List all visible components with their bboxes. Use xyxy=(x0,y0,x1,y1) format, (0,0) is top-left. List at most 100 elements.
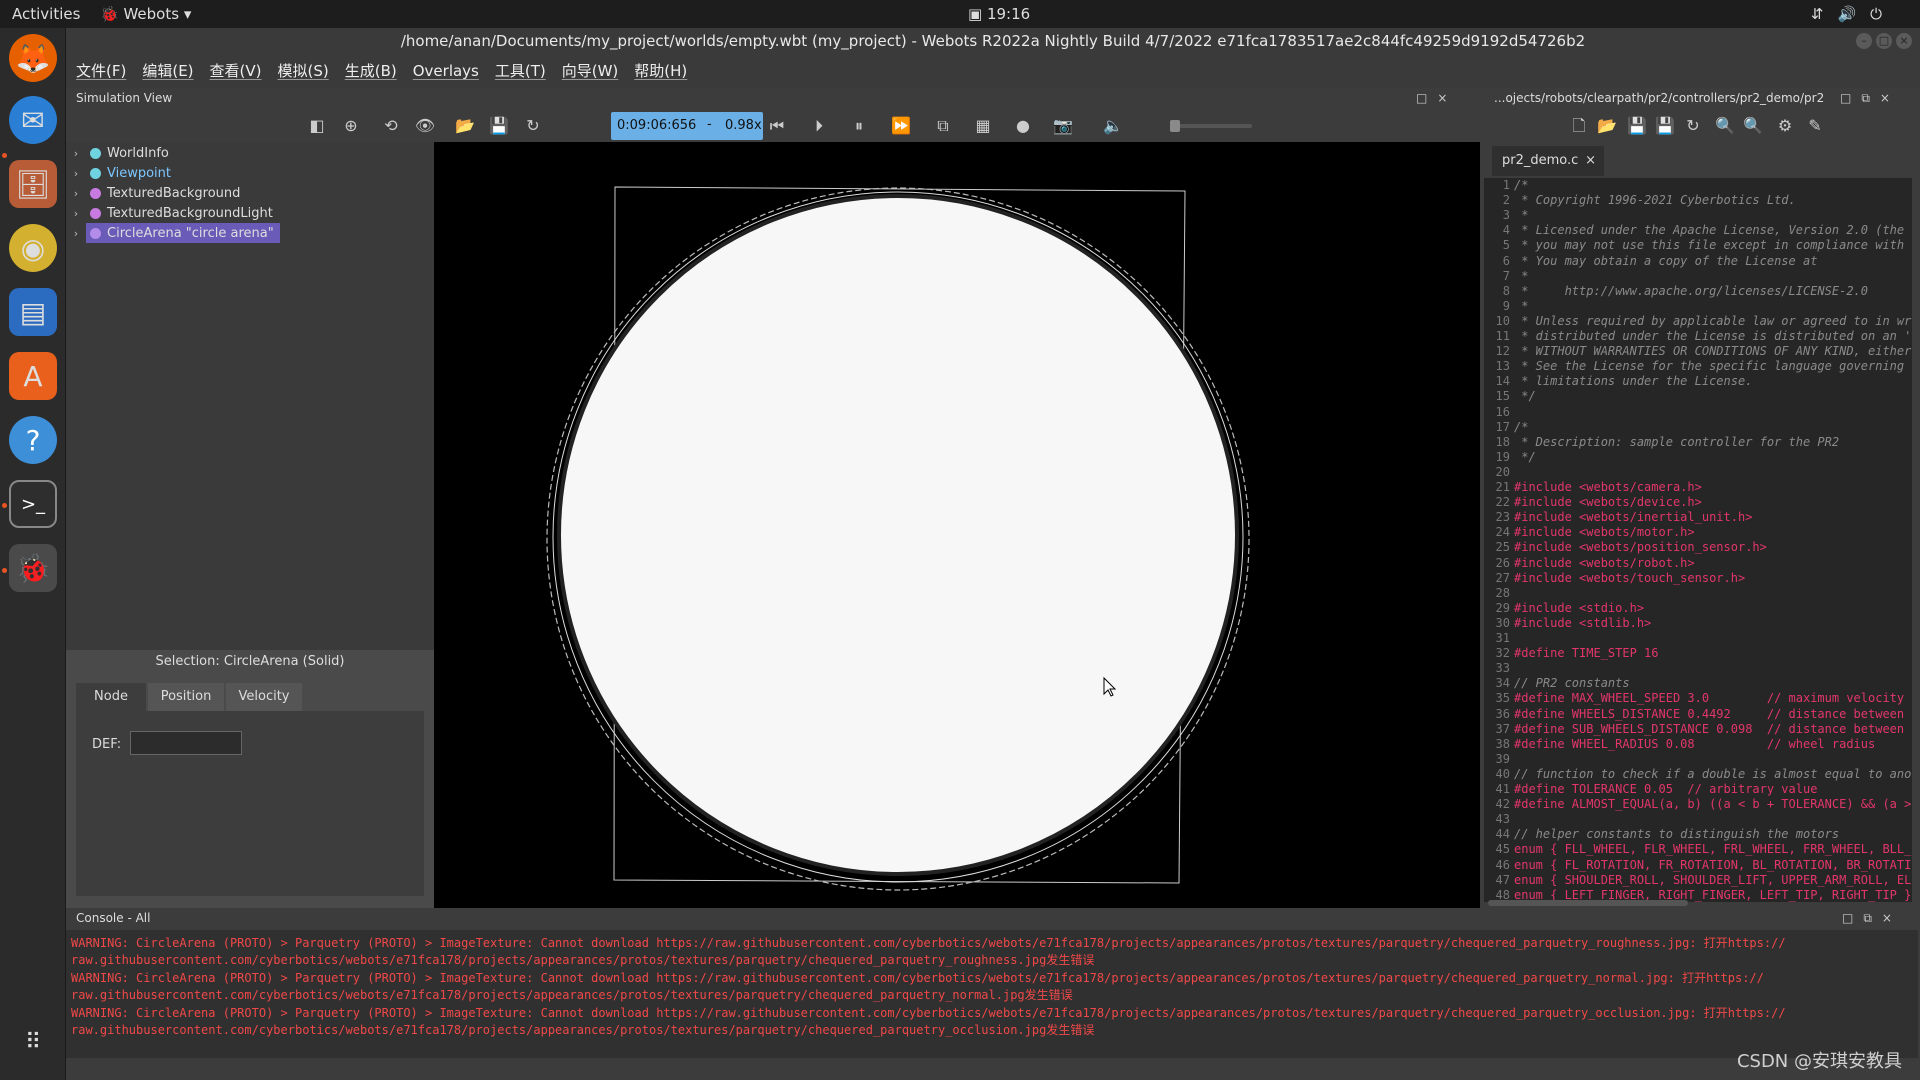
line-number: 45 xyxy=(1495,842,1510,857)
find-icon[interactable]: 🔍 xyxy=(1714,116,1736,136)
expand-chevron-icon[interactable]: › xyxy=(66,187,86,200)
screenshot-icon[interactable]: 📷 xyxy=(1052,116,1074,136)
line-number: 42 xyxy=(1495,797,1510,812)
reset-viewpoint-icon[interactable]: ⟲ xyxy=(380,116,402,136)
menu-view[interactable]: 查看(V) xyxy=(210,54,262,88)
activities-button[interactable]: Activities xyxy=(12,5,80,23)
selected-highlight: CircleArena "circle arena" xyxy=(86,223,280,243)
def-input[interactable] xyxy=(130,731,242,755)
revert-icon[interactable]: ↻ xyxy=(1682,116,1704,136)
writer-icon[interactable]: ▤ xyxy=(9,288,57,336)
tree-item-circlearena[interactable]: › CircleArena "circle arena" xyxy=(66,223,280,243)
code-text: #include <webots/camera.h> xyxy=(1514,480,1702,494)
tree-item-viewpoint[interactable]: › Viewpoint xyxy=(66,163,171,183)
thunderbird-icon[interactable]: ✉ xyxy=(9,96,57,144)
toggle-scene-tree-icon[interactable]: ◧ xyxy=(306,116,328,136)
system-tray[interactable]: ⇵🔊⏻ xyxy=(1811,5,1896,23)
editor-tab-pr2-demo[interactable]: pr2_demo.c × xyxy=(1492,146,1604,176)
console-line: WARNING: CircleArena (PROTO) > Parquetry… xyxy=(71,1006,1786,1020)
code-line: 45 enum { FLL_WHEEL, FLR_WHEEL, FRL_WHEEL… xyxy=(1484,842,1912,857)
line-number: 25 xyxy=(1495,540,1510,555)
tab-position[interactable]: Position xyxy=(148,683,224,711)
close-panel-icon[interactable]: × xyxy=(1880,91,1900,105)
view-icon[interactable]: 👁 xyxy=(414,116,436,136)
terminal-icon[interactable]: >_ xyxy=(9,480,57,528)
software-center-icon[interactable]: A xyxy=(9,352,57,400)
reload-world-icon[interactable]: ↻ xyxy=(522,116,544,136)
line-number: 30 xyxy=(1495,615,1510,630)
close-panel-icon[interactable]: × xyxy=(1882,911,1902,925)
slider-knob[interactable] xyxy=(1170,120,1180,132)
close-tab-icon[interactable]: × xyxy=(1585,146,1596,176)
float-icon[interactable]: □ xyxy=(1842,911,1863,925)
step-icon[interactable]: ⏵ xyxy=(808,116,830,136)
tab-node[interactable]: Node xyxy=(76,683,146,711)
watermark: CSDN @安琪安教具 xyxy=(1736,1051,1902,1072)
float-icon[interactable]: □ xyxy=(1840,91,1861,105)
menu-file[interactable]: 文件(F) xyxy=(76,54,126,88)
console-output[interactable]: WARNING: CircleArena (PROTO) > Parquetry… xyxy=(66,930,1918,1058)
open-world-icon[interactable]: 📂 xyxy=(454,116,476,136)
save-as-icon[interactable]: 💾 xyxy=(1654,116,1676,136)
clean-icon[interactable]: ✎ xyxy=(1804,116,1826,136)
tree-item-worldinfo[interactable]: › WorldInfo xyxy=(66,143,169,163)
record-icon[interactable]: ● xyxy=(1012,116,1034,136)
mute-icon[interactable]: 🔈 xyxy=(1102,116,1124,136)
editor-horizontal-scrollbar[interactable] xyxy=(1488,900,1688,906)
menu-edit[interactable]: 编辑(E) xyxy=(142,54,193,88)
code-line: 38 #define WHEEL_RADIUS 0.08 // wheel rad… xyxy=(1484,737,1876,752)
reset-simulation-icon[interactable]: ⏮ xyxy=(766,116,788,136)
line-number: 19 xyxy=(1495,449,1510,464)
maximize-panel-icon[interactable]: ⧉ xyxy=(1861,91,1880,105)
menu-simulation[interactable]: 模拟(S) xyxy=(278,54,329,88)
node-tab-body: DEF: xyxy=(76,711,424,896)
3d-view[interactable] xyxy=(434,142,1480,908)
open-file-icon[interactable]: 📂 xyxy=(1596,116,1618,136)
expand-chevron-icon[interactable]: › xyxy=(66,167,86,180)
minimize-button[interactable]: – xyxy=(1856,33,1872,49)
firefox-icon[interactable]: 🦊 xyxy=(9,34,57,82)
menu-overlays[interactable]: Overlays xyxy=(413,54,479,88)
show-apps-icon[interactable]: ⠿ xyxy=(9,1018,57,1066)
app-menu-button[interactable]: 🐞 Webots ▾ xyxy=(100,5,191,23)
code-text: */ xyxy=(1514,449,1536,464)
volume-slider[interactable] xyxy=(1170,120,1252,132)
menu-help[interactable]: 帮助(H) xyxy=(634,54,687,88)
code-editor[interactable]: 1/* 2 * Copyright 1996-2021 Cyberbotics L… xyxy=(1484,178,1912,902)
save-file-icon[interactable]: 💾 xyxy=(1626,116,1648,136)
scene-tree: › WorldInfo › Viewpoint › TexturedBackgroun… xyxy=(66,142,434,650)
float-icon[interactable]: □ xyxy=(1416,91,1437,105)
new-file-icon[interactable]: 🗋 xyxy=(1568,116,1590,136)
tab-velocity[interactable]: Velocity xyxy=(226,683,302,711)
video-icon[interactable]: ▦ xyxy=(972,116,994,136)
build-settings-icon[interactable]: ⚙ xyxy=(1774,116,1796,136)
expand-chevron-icon[interactable]: › xyxy=(66,227,86,240)
menu-wizards[interactable]: 向导(W) xyxy=(562,54,619,88)
cube-view-icon[interactable]: ⧉ xyxy=(932,116,954,136)
close-button[interactable]: × xyxy=(1896,33,1912,49)
expand-chevron-icon[interactable]: › xyxy=(66,147,86,160)
pause-icon[interactable]: ⏸ xyxy=(848,116,870,136)
help-icon[interactable]: ? xyxy=(9,416,57,464)
menu-build[interactable]: 生成(B) xyxy=(345,54,397,88)
code-text: #include <webots/robot.h> xyxy=(1514,555,1695,570)
editor-tab-label: pr2_demo.c xyxy=(1502,153,1579,168)
tree-item-texturedbackground[interactable]: › TexturedBackground xyxy=(66,183,241,203)
webots-icon[interactable]: 🐞 xyxy=(9,544,57,592)
fast-forward-icon[interactable]: ⏩ xyxy=(890,116,912,136)
tree-item-texturedbackgroundlight[interactable]: › TexturedBackgroundLight xyxy=(66,203,273,223)
code-line: 46 enum { FL_ROTATION, FR_ROTATION, BL_RO… xyxy=(1484,858,1912,873)
menu-tools[interactable]: 工具(T) xyxy=(495,54,546,88)
maximize-panel-icon[interactable]: ⧉ xyxy=(1863,911,1882,925)
clock[interactable]: ▣ 19:16 xyxy=(968,5,1030,23)
rhythmbox-icon[interactable]: ◉ xyxy=(9,224,57,272)
add-node-icon[interactable]: ⊕ xyxy=(340,116,362,136)
code-line: 20 xyxy=(1484,465,1514,480)
line-number: 36 xyxy=(1495,706,1510,721)
save-world-icon[interactable]: 💾 xyxy=(488,116,510,136)
maximize-button[interactable]: □ xyxy=(1876,33,1892,49)
replace-icon[interactable]: 🔍 xyxy=(1742,116,1764,136)
files-icon[interactable]: 🗄 xyxy=(9,160,57,208)
expand-chevron-icon[interactable]: › xyxy=(66,207,86,220)
close-panel-icon[interactable]: × xyxy=(1437,91,1457,105)
